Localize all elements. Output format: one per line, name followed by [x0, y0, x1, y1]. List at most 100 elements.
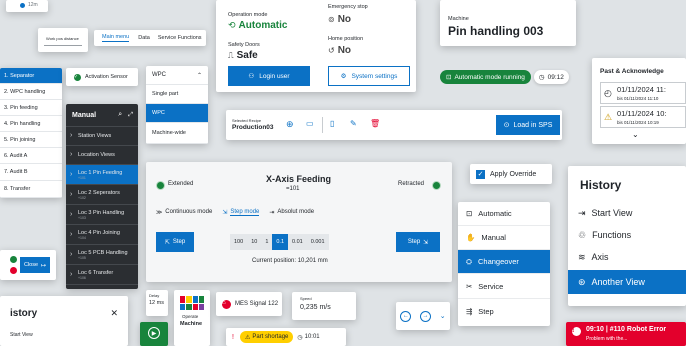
step-item[interactable]: 2. WPC handling [0, 84, 62, 100]
next-icon[interactable]: → [420, 310, 432, 322]
operate-machine-tile[interactable]: Operate Machine [174, 290, 210, 346]
operation-mode-value: Automatic [238, 20, 288, 31]
arrow-right-icon: ↦ [41, 262, 47, 269]
emergency-stop-icon: ⊚ [328, 15, 335, 24]
add-icon[interactable]: ⊕ [286, 119, 294, 130]
automatic-mode-badge[interactable]: ⊡ Automatic mode running [440, 70, 531, 84]
step-item[interactable]: 4. Pin handling [0, 116, 62, 132]
past-entry[interactable]: ⚠ 01/11/2024 10: bis 01/11/2024 10:19 [600, 106, 686, 128]
mode-manual[interactable]: ✋ Manual [458, 226, 550, 250]
close-button[interactable]: Close ↦ [20, 257, 50, 273]
nav-item-station-views[interactable]: Station Views [66, 127, 138, 146]
step-mode-icon: ⇲ [222, 209, 228, 216]
recipe-value: Production03 [232, 124, 274, 131]
continuous-mode-option[interactable]: Continuous mode [165, 209, 212, 215]
wpc-option-single-part[interactable]: Single part [146, 85, 208, 104]
workpiece-distance-card: Work pos distance [38, 28, 88, 52]
step-size-0-001[interactable]: 0.001 [307, 234, 329, 250]
mes-signal-card: ⌂ MES Signal 122 [216, 292, 282, 316]
automatic-icon: ⊡ [446, 74, 452, 81]
mode-menu: ⊡ Automatic ✋ Manual ⛭ Changeover ✂ Service … [458, 202, 550, 326]
close-icon[interactable]: ✕ [110, 308, 118, 319]
clock-icon: ◷ [297, 334, 303, 341]
nav-item-loc-4[interactable]: Loc 4 Pin Joining+104 [66, 225, 138, 245]
wpc-option-machine-wide[interactable]: Machine-wide [146, 123, 208, 144]
activation-sensor-card[interactable]: ✓ Activation Sensor [66, 68, 138, 86]
mode-automatic[interactable]: ⊡ Automatic [458, 202, 550, 226]
step-size-1[interactable]: 1 [261, 234, 272, 250]
current-position: Current position: 10,201 mm [252, 258, 328, 264]
nav-item-location-views[interactable]: Location Views [66, 146, 138, 165]
history-item-start-view[interactable]: Start View [10, 332, 33, 338]
step-left-icon: ⇱ [164, 239, 170, 246]
step-item-separator[interactable]: 1. Separator [0, 68, 62, 84]
history-item-axis[interactable]: ≋ Axis [568, 246, 686, 268]
mode-step[interactable]: ⇶ Step [458, 299, 550, 324]
tab-main-menu[interactable]: Main menu [102, 34, 130, 42]
play-button[interactable]: ▶ [140, 322, 168, 346]
process-steps-list: 1. Separator 2. WPC handling 3. Pin feed… [0, 68, 62, 198]
chevron-down-icon[interactable]: ⌄ [632, 130, 639, 139]
folder-icon[interactable]: ▭ [306, 119, 314, 128]
edit-icon[interactable]: ✎ [350, 119, 357, 128]
nav-item-loc-1[interactable]: Loc 1 Pin Feeding+101 [66, 165, 138, 185]
automatic-running-status: ⊡ Automatic mode running ◷ 09:12 [440, 68, 576, 86]
mode-service[interactable]: ✂ Service [458, 274, 550, 299]
chevron-down-icon[interactable]: ⌄ [440, 312, 446, 320]
previous-icon[interactable]: ← [400, 310, 412, 322]
mode-selector: ≫ Continuous mode ⇲ Step mode ⇥ Absolut … [156, 206, 314, 218]
past-acknowledged-panel: Past & Acknowledge ◴ 01/11/2024 11: bis … [592, 58, 686, 144]
save-icon[interactable]: ▯ [330, 119, 334, 128]
check-circle-icon: ⊙ [503, 122, 510, 129]
step-size-0-01[interactable]: 0.01 [288, 234, 307, 250]
step-item[interactable]: 6. Audit A [0, 148, 62, 164]
absolut-mode-icon: ⇥ [269, 209, 275, 216]
manual-navigation-panel: Manual ⌕ ⤢ Station Views Location Views … [66, 104, 138, 289]
nav-item-loc-2[interactable]: Loc 2 Seperators+102 [66, 185, 138, 205]
part-shortage-badge[interactable]: ⚠ Part shortage [239, 331, 294, 343]
nav-item-loc-6[interactable]: Loc 6 Transfer+106 [66, 265, 138, 285]
system-settings-button[interactable]: ⚙ System settings [328, 66, 410, 86]
step-item[interactable]: 7. Audit B [0, 164, 62, 181]
step-left-button[interactable]: ⇱ Step [156, 232, 194, 252]
search-icon[interactable]: ⌕ [118, 111, 122, 119]
expand-icon[interactable]: ⤢ [128, 112, 133, 119]
step-mode-option[interactable]: Step mode [230, 209, 260, 216]
machine-grid-icon [180, 296, 204, 310]
tab-service-functions[interactable]: Service Functions [158, 35, 202, 41]
part-shortage-card: ! ⚠ Part shortage ◷ 10:01 [226, 328, 346, 346]
step-right-icon: ⇲ [423, 239, 429, 246]
step-size-0-1[interactable]: 0.1 [272, 234, 289, 250]
step-item[interactable]: 5. Pin joining [0, 132, 62, 148]
start-view-icon: ⇥ [578, 207, 586, 218]
checkbox-checked-icon[interactable]: ✓ [476, 169, 485, 179]
nav-item-loc-5[interactable]: Loc 5 PCB Handling+105 [66, 245, 138, 265]
step-size-10[interactable]: 10 [247, 234, 261, 250]
chevron-up-icon[interactable]: ⌃ [197, 72, 202, 79]
history-item-functions[interactable]: ♲ Functions [568, 224, 686, 246]
step-item[interactable]: 8. Transfer [0, 181, 62, 198]
step-right-button[interactable]: Step ⇲ [396, 232, 440, 252]
history-item-another-view[interactable]: ⊛ Another View [568, 270, 686, 294]
wpc-option-wpc[interactable]: WPC [146, 104, 208, 123]
toolbar-divider [322, 117, 323, 133]
past-entry[interactable]: ◴ 01/11/2024 11: bis 01/11/2024 11:10 [600, 82, 686, 104]
service-icon: ✂ [466, 281, 473, 291]
mode-changeover[interactable]: ⛭ Changeover [458, 250, 550, 274]
absolut-mode-option[interactable]: Absolut mode [277, 209, 314, 215]
axis-icon: ≋ [578, 251, 586, 262]
step-item[interactable]: 3. Pin feeding [0, 100, 62, 116]
user-icon: ⚇ [248, 73, 255, 80]
apply-override-checkbox[interactable]: ✓ Apply Override [470, 164, 552, 184]
nav-item-loc-3[interactable]: Loc 3 Pin Handling+103 [66, 205, 138, 225]
load-in-sps-button[interactable]: ⊙ Load in SPS [496, 115, 560, 135]
home-return-icon: ↺ [328, 46, 335, 55]
clock-icon: ◷ [538, 74, 545, 81]
history-item-start-view[interactable]: ⇥ Start View [568, 202, 686, 224]
robot-error-banner[interactable]: ! 09:10 | #110 Robot Error Problem with … [566, 322, 686, 346]
tab-data[interactable]: Data [138, 35, 150, 41]
step-size-100[interactable]: 100 [230, 234, 247, 250]
login-user-button[interactable]: ⚇ Login user [228, 66, 310, 86]
delete-icon[interactable]: 🗑 [370, 119, 380, 128]
history-dialog-fragment: istory ✕ Start View [0, 296, 128, 346]
